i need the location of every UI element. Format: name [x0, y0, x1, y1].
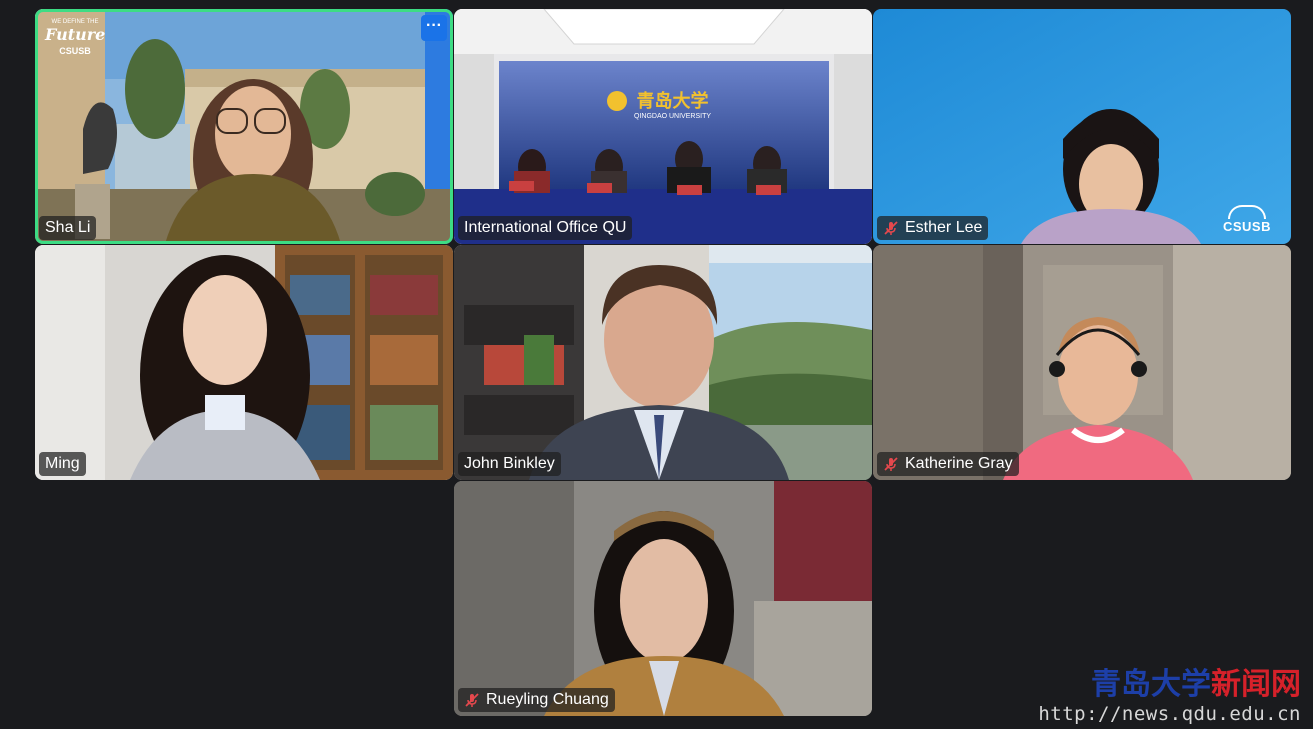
participant-name-tag: John Binkley — [458, 452, 561, 476]
backdrop-banner-qu-title: 青岛大学 — [636, 91, 709, 112]
watermark-title-news: 新闻网 — [1211, 667, 1301, 702]
participant-name-tag: Katherine Gray — [877, 452, 1019, 476]
backdrop-banner-qu: 青岛大学 QINGDAO UNIVERSITY — [634, 87, 711, 120]
video-tile-katherine-gray[interactable]: Katherine Gray — [873, 245, 1291, 480]
more-options-button[interactable]: ··· — [421, 15, 447, 41]
video-tile-john-binkley[interactable]: John Binkley — [454, 245, 872, 480]
watermark-title: 青岛大学新闻网 — [1038, 667, 1301, 703]
watermark-title-university: 青岛大学 — [1091, 667, 1211, 702]
video-feed-katherine-gray — [873, 245, 1291, 480]
participant-name: International Office QU — [464, 219, 627, 236]
participant-name: John Binkley — [464, 455, 555, 472]
video-feed-john-binkley — [454, 245, 872, 480]
participant-name: Katherine Gray — [905, 455, 1013, 472]
csusb-logo: CSUSB — [59, 46, 91, 56]
participant-name-tag: Esther Lee — [877, 216, 989, 240]
participant-name-tag: Ming — [39, 452, 86, 476]
video-feed-rueyling-chuang — [454, 481, 872, 716]
video-tile-sha-li[interactable]: WE DEFINE THE Future CSUSB ··· Sha Li — [35, 9, 453, 244]
participant-name: Esther Lee — [905, 219, 983, 236]
watermark-url: http://news.qdu.edu.cn — [1038, 703, 1301, 725]
news-watermark: 青岛大学新闻网 http://news.qdu.edu.cn — [1038, 667, 1301, 725]
backdrop-banner-qu-sub: QINGDAO UNIVERSITY — [634, 113, 712, 120]
participant-name-tag: Rueyling Chuang — [458, 688, 615, 712]
backdrop-banner: WE DEFINE THE Future CSUSB — [45, 19, 105, 56]
backdrop-banner-title: Future — [45, 25, 106, 44]
participant-name: Ming — [45, 455, 80, 472]
microphone-muted-icon — [884, 457, 898, 471]
participant-name-tag: International Office QU — [458, 216, 633, 240]
microphone-muted-icon — [465, 693, 479, 707]
participant-name-tag: Sha Li — [39, 216, 97, 240]
mountain-icon — [1227, 205, 1266, 219]
video-tile-rueyling-chuang[interactable]: Rueyling Chuang — [454, 481, 872, 716]
video-tile-international-office-qu[interactable]: 青岛大学 QINGDAO UNIVERSITY International Of… — [454, 9, 872, 244]
microphone-muted-icon — [884, 221, 898, 235]
more-options-icon: ··· — [426, 17, 442, 34]
video-feed-international-office-qu — [454, 9, 872, 244]
csusb-logo: CSUSB — [1223, 205, 1271, 234]
video-tile-esther-lee[interactable]: CSUSB Esther Lee — [873, 9, 1291, 244]
video-feed-ming — [35, 245, 453, 480]
csusb-logo-text: CSUSB — [1222, 219, 1271, 234]
participant-name: Sha Li — [45, 219, 91, 236]
participant-name: Rueyling Chuang — [486, 691, 609, 708]
video-tile-ming[interactable]: Ming — [35, 245, 453, 480]
